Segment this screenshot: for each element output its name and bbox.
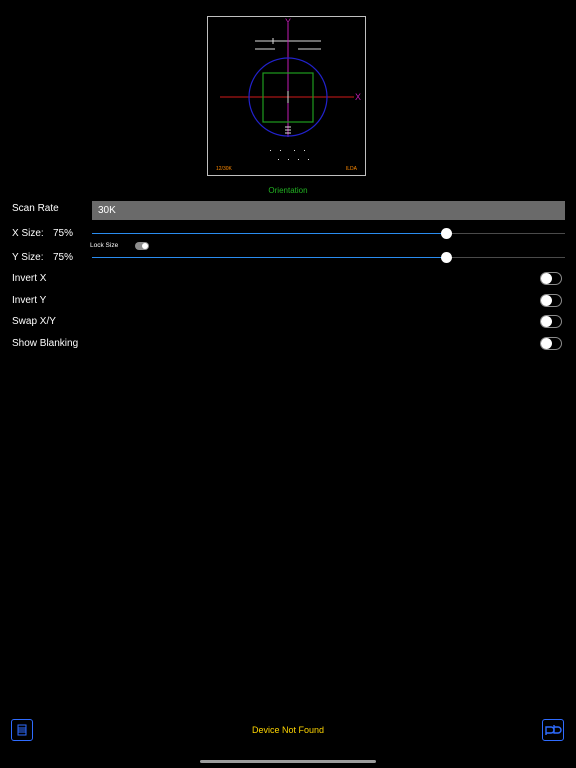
swap-xy-toggle[interactable] — [540, 315, 562, 328]
invert-y-toggle[interactable] — [540, 294, 562, 307]
slider-track — [447, 257, 565, 258]
y-size-value: 75% — [53, 252, 74, 263]
show-blanking-toggle[interactable] — [540, 337, 562, 350]
scan-rate-field[interactable]: 30K — [92, 201, 565, 220]
y-size-label: Y Size: — [12, 252, 44, 263]
y-size-slider[interactable] — [92, 251, 565, 265]
device-status: Device Not Found — [251, 725, 325, 735]
x-size-label: X Size: — [12, 228, 44, 239]
swap-xy-label: Swap X/Y — [12, 316, 56, 327]
slider-thumb[interactable] — [441, 228, 452, 239]
x-size-value: 75% — [53, 228, 74, 239]
pb-logo-button[interactable] — [542, 719, 564, 741]
toggle-knob — [541, 273, 552, 284]
scan-rate-label: Scan Rate — [12, 203, 59, 214]
preview-rate-label: 12/30K — [216, 166, 232, 172]
pb-logo-icon — [545, 725, 562, 735]
preview-format-label: ILDA — [345, 166, 357, 172]
toggle-knob — [541, 316, 552, 327]
slider-track — [447, 233, 565, 234]
toggle-knob — [142, 243, 148, 249]
dot-pattern — [270, 150, 309, 160]
invert-x-label: Invert X — [12, 273, 47, 284]
y-axis-marker-icon: Y — [285, 17, 291, 27]
x-size-slider[interactable] — [92, 227, 565, 241]
invert-y-label: Invert Y — [12, 295, 47, 306]
toggle-knob — [541, 295, 552, 306]
orientation-caption: Orientation — [268, 186, 308, 195]
home-indicator — [200, 760, 376, 763]
invert-x-toggle[interactable] — [540, 272, 562, 285]
slider-fill — [92, 233, 447, 234]
show-blanking-label: Show Blanking — [12, 338, 79, 349]
slider-fill — [92, 257, 447, 258]
lock-size-label: Lock Size — [90, 242, 119, 249]
toggle-knob — [541, 338, 552, 349]
slider-thumb[interactable] — [441, 252, 452, 263]
x-axis-marker-icon: X — [355, 92, 361, 102]
lock-size-toggle[interactable] — [135, 242, 149, 250]
orientation-preview: Y X 12/30K ILDA — [207, 16, 366, 176]
orientation-graphic: Y X — [220, 17, 361, 160]
